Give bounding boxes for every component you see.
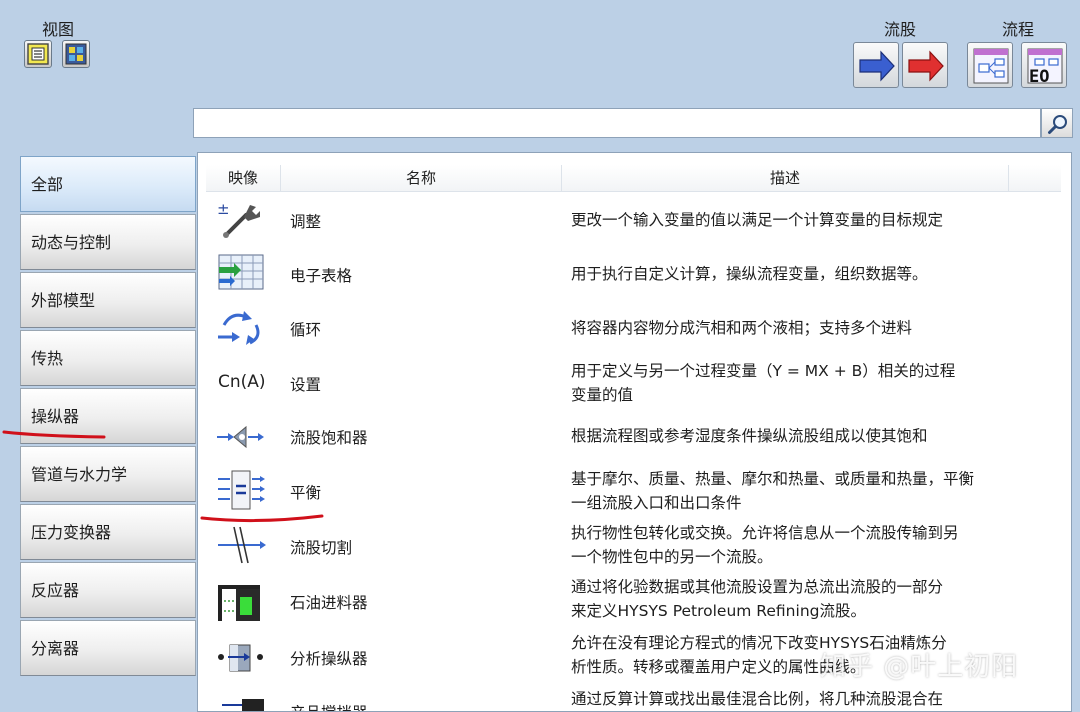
category-all[interactable]: 全部 — [20, 156, 196, 212]
search-icon — [1048, 115, 1067, 134]
column-header-image[interactable]: 映像 — [206, 165, 281, 191]
item-description: 通过反算计算或找出最佳混合比例，将几种流股混合在 — [571, 690, 944, 708]
table-header: 映像 名称 描述 — [206, 165, 1061, 192]
stream-cutter-icon — [216, 523, 268, 571]
category-separators[interactable]: 分离器 — [20, 620, 196, 676]
category-piping-hydraulics[interactable]: 管道与水力学 — [20, 446, 196, 502]
eo-text: EO — [1029, 67, 1049, 86]
category-dynamics-control[interactable]: 动态与控制 — [20, 214, 196, 270]
red-stream-arrow-icon — [908, 50, 944, 82]
item-name: 调整 — [290, 213, 322, 231]
search-button[interactable] — [1041, 108, 1073, 138]
energy-stream-button[interactable] — [902, 42, 948, 88]
eo-subflowsheet-icon: EO — [1027, 48, 1063, 86]
category-manipulators[interactable]: 操纵器 — [20, 388, 196, 444]
category-heat-transfer[interactable]: 传热 — [20, 330, 196, 386]
material-stream-button[interactable] — [853, 42, 899, 88]
svg-text:Cn(A): Cn(A) — [218, 372, 266, 392]
blue-stream-arrow-icon — [859, 50, 895, 82]
view-label: 视图 — [42, 20, 75, 39]
item-name: 流股切割 — [290, 539, 353, 557]
assay-manipulator-icon — [216, 635, 268, 683]
column-header-description[interactable]: 描述 — [562, 165, 1009, 191]
item-description: 基于摩尔、质量、热量、摩尔和热量、或质量和热量，平衡 一组流股入口和出口条件 — [571, 470, 975, 512]
item-description: 通过将化验数据或其他流股设置为总流出流股的一部分 来定义HYSYS Petrol… — [571, 578, 944, 620]
stream-saturator-icon — [216, 415, 268, 463]
spreadsheet-icon — [216, 253, 268, 301]
table-row[interactable]: 电子表格 用于执行自定义计算，操纵流程变量，组织数据等。 — [206, 249, 1061, 301]
category-pressure-changers[interactable]: 压力变换器 — [20, 504, 196, 560]
item-name: 循环 — [290, 321, 322, 339]
item-name: 电子表格 — [290, 267, 353, 285]
item-name: 产品搅拌器 — [290, 701, 368, 711]
table-row[interactable]: 流股切割 执行物性包转化或交换。允许将信息从一个流股传输到另 一个物性包中的另一… — [206, 519, 1061, 573]
table-row[interactable]: ± 调整 更改一个输入变量的值以满足一个计算变量的目标规定 — [206, 195, 1061, 247]
subflowsheet-icon — [973, 48, 1009, 84]
wrench-adjust-icon: ± — [216, 197, 268, 245]
recycle-icon — [216, 307, 268, 355]
category-external-models[interactable]: 外部模型 — [20, 272, 196, 328]
set-icon: Cn(A) — [216, 361, 268, 409]
item-name: 石油进料器 — [290, 594, 368, 612]
table-row[interactable]: 流股饱和器 根据流程图或参考湿度条件操纵流股组成以使其饱和 — [206, 411, 1061, 463]
petroleum-feeder-icon — [216, 581, 268, 629]
table-row[interactable]: Cn(A) 设置 用于定义与另一个过程变量（Y = MX + B）相关的过程 变… — [206, 355, 1061, 411]
item-name: 流股饱和器 — [290, 429, 368, 447]
search-input[interactable] — [193, 108, 1041, 138]
icon-view-icon — [65, 43, 87, 65]
operations-table: 映像 名称 描述 ± 调整 更改一个输入变量的值以满足一个计算变量的目标规定 电… — [197, 152, 1072, 712]
flow-label: 流程 — [1002, 20, 1035, 39]
product-blender-icon — [216, 691, 268, 711]
list-view-button[interactable] — [24, 40, 52, 68]
balance-icon — [216, 467, 268, 515]
column-header-name[interactable]: 名称 — [281, 165, 562, 191]
svg-text:±: ± — [217, 200, 230, 218]
table-row[interactable]: 平衡 基于摩尔、质量、热量、摩尔和热量、或质量和热量，平衡 一组流股入口和出口条… — [206, 463, 1061, 519]
list-view-icon — [27, 43, 49, 65]
item-name: 设置 — [290, 376, 322, 394]
item-description: 用于定义与另一个过程变量（Y = MX + B）相关的过程 变量的值 — [571, 362, 956, 404]
watermark: 知乎 @叶上初阳 — [820, 652, 1019, 682]
table-row[interactable]: 石油进料器 通过将化验数据或其他流股设置为总流出流股的一部分 来定义HYSYS … — [206, 573, 1061, 629]
item-description: 根据流程图或参考湿度条件操纵流股组成以使其饱和 — [571, 427, 928, 445]
table-row[interactable]: 循环 将容器内容物分成汽相和两个液相；支持多个进料 — [206, 303, 1061, 355]
subflowsheet-button[interactable] — [967, 42, 1013, 88]
category-reactors[interactable]: 反应器 — [20, 562, 196, 618]
item-description: 执行物性包转化或交换。允许将信息从一个流股传输到另 一个物性包中的另一个流股。 — [571, 524, 959, 566]
eo-subflowsheet-button[interactable]: EO — [1021, 42, 1067, 88]
item-description: 用于执行自定义计算，操纵流程变量，组织数据等。 — [571, 265, 928, 283]
item-name: 分析操纵器 — [290, 650, 368, 668]
icon-view-button[interactable] — [62, 40, 90, 68]
item-name: 平衡 — [290, 484, 322, 502]
item-description: 将容器内容物分成汽相和两个液相；支持多个进料 — [571, 319, 913, 337]
item-description: 更改一个输入变量的值以满足一个计算变量的目标规定 — [571, 211, 944, 229]
stream-label: 流股 — [884, 20, 917, 39]
